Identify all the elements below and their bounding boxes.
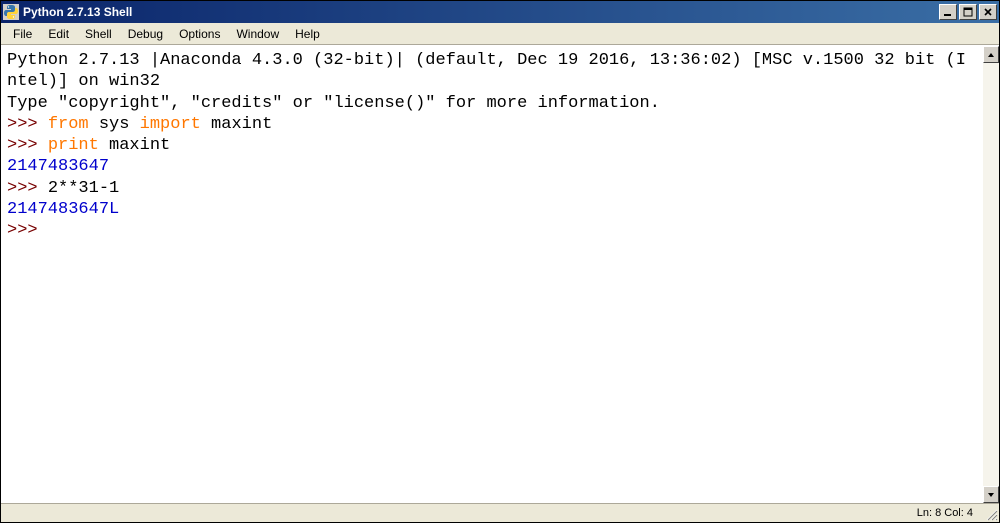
window-controls bbox=[939, 4, 997, 20]
scroll-down-button[interactable] bbox=[983, 486, 999, 503]
code-text: maxint bbox=[99, 136, 170, 155]
close-button[interactable] bbox=[979, 4, 997, 20]
python-icon bbox=[3, 4, 19, 20]
prompt: >>> bbox=[7, 221, 48, 240]
menu-window[interactable]: Window bbox=[228, 25, 287, 43]
col-label: Col: bbox=[941, 507, 967, 519]
code-text: 2**31-1 bbox=[48, 179, 119, 198]
banner-line: Python 2.7.13 |Anaconda 4.3.0 (32-bit)| … bbox=[7, 51, 966, 91]
col-value: 4 bbox=[967, 507, 973, 519]
shell-editor[interactable]: Python 2.7.13 |Anaconda 4.3.0 (32-bit)| … bbox=[1, 46, 982, 503]
minimize-button[interactable] bbox=[939, 4, 957, 20]
scroll-track[interactable] bbox=[983, 63, 999, 486]
code-text: sys bbox=[89, 115, 140, 134]
keyword: from bbox=[48, 115, 89, 134]
menu-edit[interactable]: Edit bbox=[40, 25, 77, 43]
output-line: 2147483647 bbox=[7, 157, 109, 176]
vertical-scrollbar[interactable] bbox=[982, 46, 999, 503]
keyword: print bbox=[48, 136, 99, 155]
titlebar: Python 2.7.13 Shell bbox=[1, 1, 999, 23]
window-title: Python 2.7.13 Shell bbox=[23, 5, 939, 19]
resize-grip-icon[interactable] bbox=[984, 507, 998, 521]
menu-options[interactable]: Options bbox=[171, 25, 228, 43]
maximize-button[interactable] bbox=[959, 4, 977, 20]
line-label: Ln: bbox=[917, 507, 935, 519]
content-area: Python 2.7.13 |Anaconda 4.3.0 (32-bit)| … bbox=[1, 45, 999, 503]
banner-line: Type "copyright", "credits" or "license(… bbox=[7, 94, 660, 113]
menu-debug[interactable]: Debug bbox=[120, 25, 171, 43]
cursor-position: Ln: 8 Col: 4 bbox=[911, 507, 979, 519]
scroll-up-button[interactable] bbox=[983, 46, 999, 63]
menu-file[interactable]: File bbox=[5, 25, 40, 43]
code-text: maxint bbox=[201, 115, 272, 134]
output-line: 2147483647L bbox=[7, 200, 119, 219]
statusbar: Ln: 8 Col: 4 bbox=[1, 503, 999, 522]
keyword: import bbox=[140, 115, 201, 134]
menu-shell[interactable]: Shell bbox=[77, 25, 120, 43]
prompt: >>> bbox=[7, 179, 48, 198]
prompt: >>> bbox=[7, 115, 48, 134]
menubar: File Edit Shell Debug Options Window Hel… bbox=[1, 23, 999, 45]
prompt: >>> bbox=[7, 136, 48, 155]
menu-help[interactable]: Help bbox=[287, 25, 328, 43]
